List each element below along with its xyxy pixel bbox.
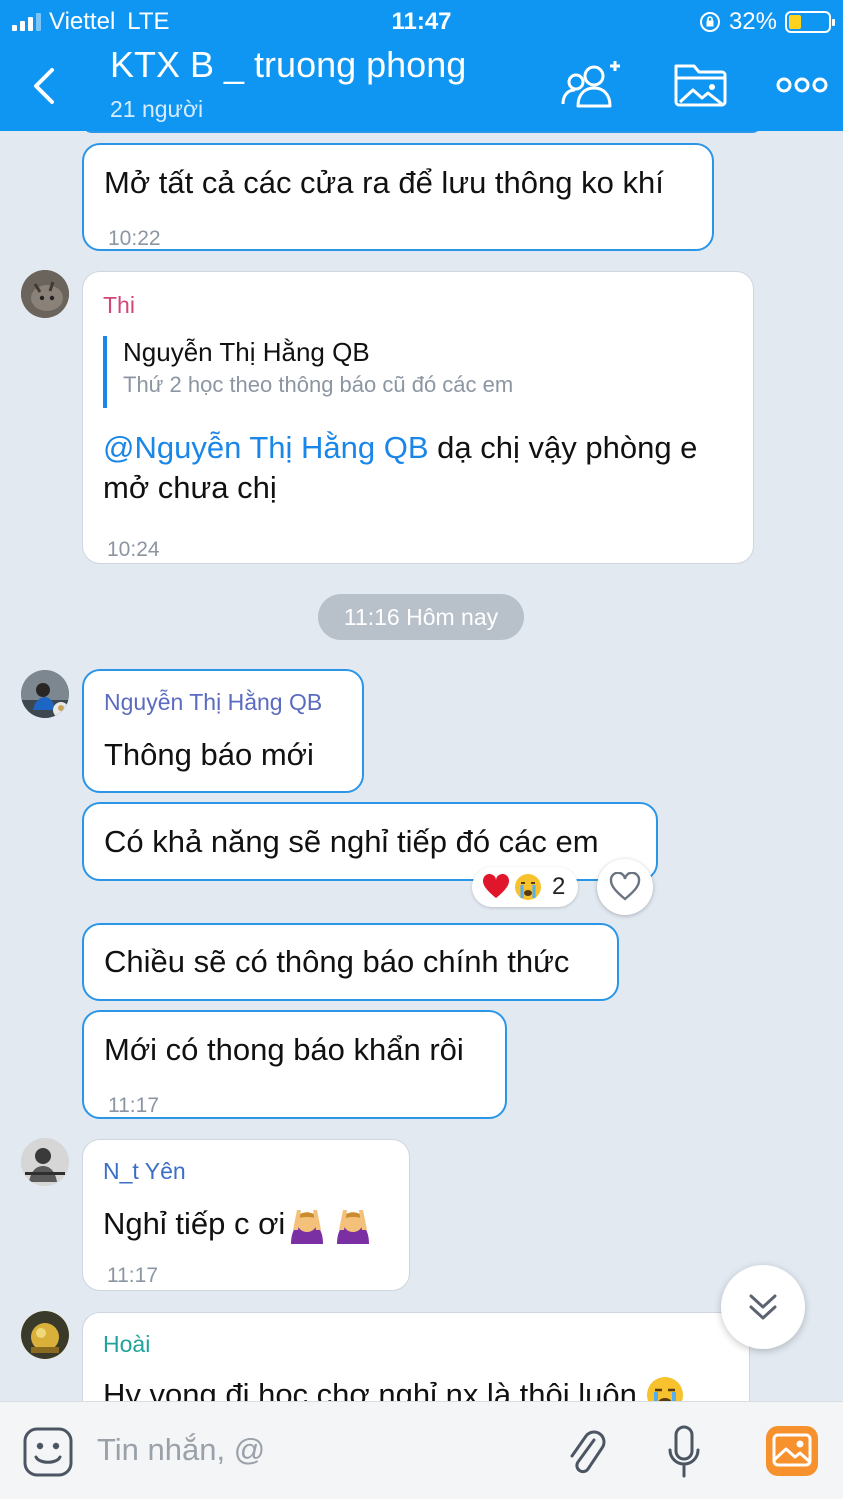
sender-name[interactable]: Hoài bbox=[103, 1331, 150, 1358]
microphone-icon[interactable] bbox=[666, 1424, 702, 1480]
message-bubble[interactable]: Chiều sẽ có thông báo chính thức bbox=[82, 923, 619, 1001]
message-text: Chiều sẽ có thông báo chính thức bbox=[104, 944, 570, 979]
message-text: Mở tất cả các cửa ra để lưu thông ko khí bbox=[104, 165, 664, 200]
add-member-icon[interactable] bbox=[558, 60, 622, 110]
quote-author: Nguyễn Thị Hằng QB bbox=[123, 337, 370, 367]
message-text-line2: mở chưa chị bbox=[103, 470, 277, 505]
group-title[interactable]: KTX B _ truong phong bbox=[110, 44, 466, 86]
sender-name[interactable]: N_t Yên bbox=[103, 1158, 186, 1185]
more-icon[interactable] bbox=[774, 60, 830, 110]
facepalm-emoji-icon bbox=[291, 1210, 324, 1244]
battery-level bbox=[789, 15, 802, 29]
attachment-icon[interactable] bbox=[564, 1426, 608, 1480]
message-time: 11:17 bbox=[107, 1264, 158, 1287]
avatar-thi[interactable] bbox=[21, 270, 69, 318]
composer-bar: Tin nhắn, @ bbox=[0, 1401, 843, 1499]
like-button[interactable] bbox=[597, 859, 653, 915]
avatar-hoai[interactable] bbox=[21, 1311, 69, 1359]
sender-name[interactable]: Nguyễn Thị Hằng QB bbox=[104, 689, 322, 716]
image-icon bbox=[772, 1433, 812, 1467]
sender-name[interactable]: Thi bbox=[103, 292, 135, 319]
message-list[interactable]: Mở tất cả các cửa ra để lưu thông ko khí… bbox=[0, 131, 843, 1401]
emoji-icon[interactable] bbox=[22, 1426, 74, 1478]
message-text: Có khả năng sẽ nghỉ tiếp đó các em bbox=[104, 824, 599, 859]
status-bar: Viettel LTE 11:47 32% bbox=[0, 6, 843, 38]
avatar-nguyen-thi-hang[interactable] bbox=[21, 670, 69, 718]
gallery-button[interactable] bbox=[766, 1426, 818, 1476]
message-text: Mới có thong báo khẩn rôi bbox=[104, 1032, 464, 1067]
message-bubble[interactable]: N_t Yên Nghỉ tiếp c ơi 11:17 bbox=[82, 1139, 410, 1291]
avatar-nt-yen[interactable] bbox=[21, 1138, 69, 1186]
date-divider: 11:16 Hôm nay bbox=[318, 594, 524, 640]
mention-link[interactable]: @Nguyễn Thị Hằng QB bbox=[103, 430, 429, 465]
message-bubble[interactable]: Nguyễn Thị Hằng QB Thông báo mới bbox=[82, 669, 364, 793]
battery-percent: 32% bbox=[728, 8, 777, 35]
message-text-body: Nghỉ tiếp c ơi bbox=[103, 1206, 286, 1241]
back-icon[interactable] bbox=[28, 66, 62, 106]
message-bubble[interactable]: Mở tất cả các cửa ra để lưu thông ko khí… bbox=[82, 143, 714, 251]
quote-text: Thứ 2 học theo thông báo cũ đó các em bbox=[123, 372, 514, 397]
double-chevron-down-icon bbox=[749, 1294, 777, 1320]
message-text: Hy vọng đi học chơ nghỉ nx là thôi luôn bbox=[103, 1375, 685, 1401]
message-time: 11:17 bbox=[108, 1094, 159, 1117]
rotation-lock-icon bbox=[699, 12, 720, 32]
message-time: 10:22 bbox=[108, 227, 161, 250]
member-count[interactable]: 21 người bbox=[110, 96, 203, 123]
message-text-line1: dạ chị vậy phòng e bbox=[428, 430, 698, 465]
media-folder-icon[interactable] bbox=[668, 60, 732, 110]
message-text: Nghỉ tiếp c ơi bbox=[103, 1204, 373, 1244]
message-bubble[interactable]: Có khả năng sẽ nghỉ tiếp đó các em bbox=[82, 802, 658, 881]
message-bubble[interactable]: Hoài Hy vọng đi học chơ nghỉ nx là thôi … bbox=[82, 1312, 750, 1401]
battery-icon bbox=[785, 11, 835, 33]
message-bubble-partial[interactable] bbox=[82, 131, 762, 133]
chat-header: Viettel LTE 11:47 32% KTX B _ truong pho… bbox=[0, 0, 843, 131]
message-bubble[interactable]: Thi Nguyễn Thị Hằng QB Thứ 2 học theo th… bbox=[82, 271, 754, 564]
facepalm-emoji-icon bbox=[337, 1210, 370, 1244]
loudly-crying-emoji-icon bbox=[646, 1377, 683, 1401]
message-text: @Nguyễn Thị Hằng QB dạ chị vậy phòng e m… bbox=[103, 428, 743, 508]
reaction-summary[interactable]: 2 bbox=[472, 867, 578, 907]
message-text: Thông báo mới bbox=[104, 737, 314, 772]
message-input[interactable]: Tin nhắn, @ bbox=[97, 1432, 265, 1468]
scroll-to-bottom-button[interactable] bbox=[721, 1265, 805, 1349]
message-time: 10:24 bbox=[107, 538, 160, 561]
crying-face-icon bbox=[515, 874, 541, 900]
quoted-message[interactable]: Nguyễn Thị Hằng QB Thứ 2 học theo thông … bbox=[103, 336, 723, 408]
message-text-body: Hy vọng đi học chơ nghỉ nx là thôi luôn bbox=[103, 1377, 637, 1401]
reaction-count: 2 bbox=[552, 873, 566, 900]
message-bubble[interactable]: Mới có thong báo khẩn rôi 11:17 bbox=[82, 1010, 507, 1119]
heart-outline-icon bbox=[609, 872, 641, 901]
heart-icon bbox=[482, 874, 510, 898]
